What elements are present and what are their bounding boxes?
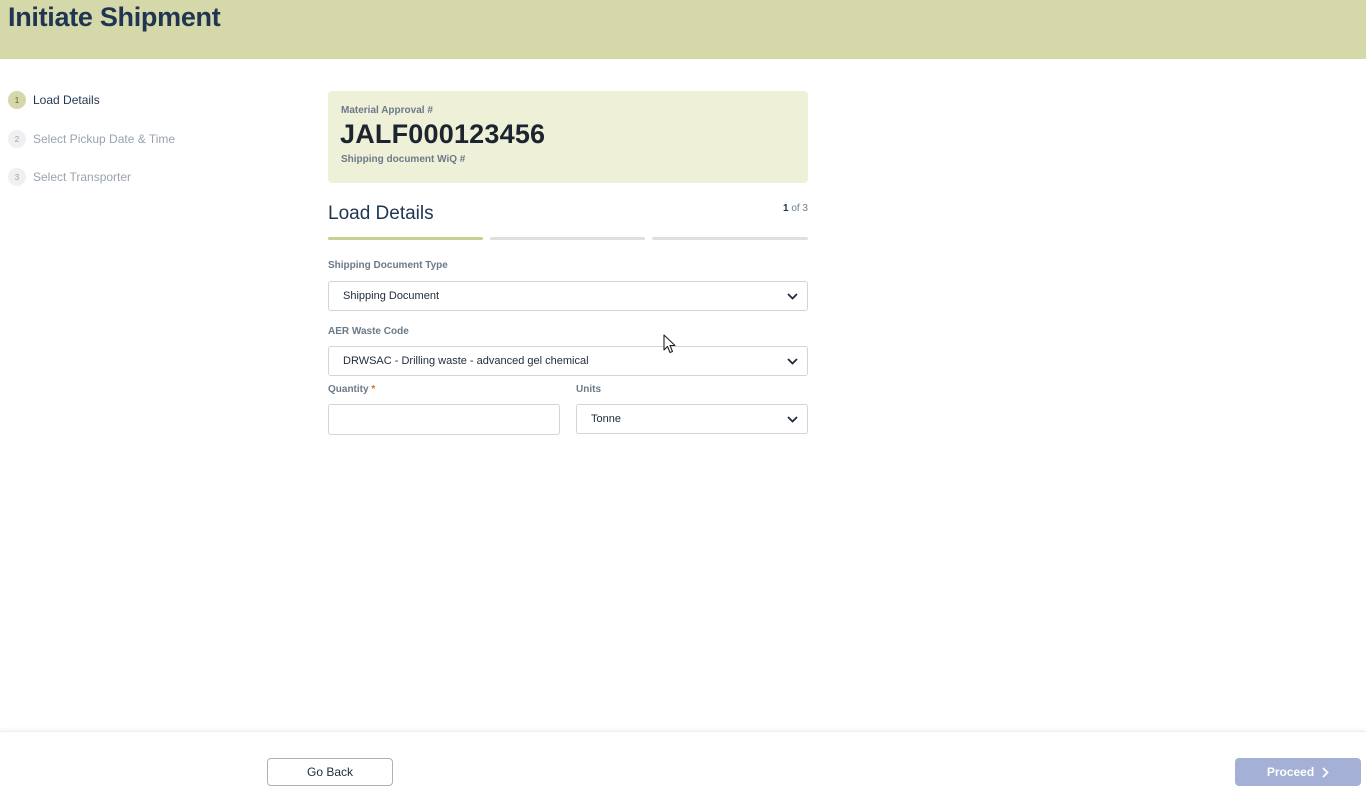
section-title: Load Details: [328, 203, 434, 224]
waste-code-value: DRWSAC - Drilling waste - advanced gel c…: [343, 355, 589, 367]
doc-type-label: Shipping Document Type: [328, 260, 448, 271]
step-counter-total: of 3: [791, 203, 808, 214]
material-approval-code: JALF000123456: [340, 119, 546, 149]
step-number: 2: [8, 130, 26, 148]
units-label: Units: [576, 384, 601, 395]
mouse-pointer-icon: [663, 334, 677, 359]
step-load-details[interactable]: 1 Load Details: [8, 91, 100, 109]
quantity-label: Quantity *: [328, 384, 375, 395]
step-counter: 1 of 3: [700, 203, 808, 214]
required-mark: *: [371, 384, 376, 395]
progress-segment-2: [490, 237, 645, 240]
step-counter-current: 1: [782, 203, 789, 214]
step-pickup-date-time[interactable]: 2 Select Pickup Date & Time: [8, 130, 175, 148]
chevron-right-icon: [1322, 766, 1329, 778]
proceed-button[interactable]: Proceed: [1235, 758, 1361, 786]
waste-code-select[interactable]: DRWSAC - Drilling waste - advanced gel c…: [328, 346, 808, 376]
shipping-document-caption: Shipping document WiQ #: [341, 154, 466, 165]
step-number: 3: [8, 168, 26, 186]
progress-segment-3: [652, 237, 808, 240]
step-label: Select Transporter: [33, 170, 132, 184]
proceed-label: Proceed: [1266, 765, 1315, 779]
step-label: Load Details: [33, 93, 100, 107]
step-transporter[interactable]: 3 Select Transporter: [8, 168, 131, 186]
page-header: Initiate Shipment: [0, 0, 1366, 59]
chevron-down-icon: [777, 405, 807, 433]
footer-bar: Go Back Proceed: [0, 731, 1366, 789]
chevron-down-icon: [777, 282, 807, 310]
doc-type-value: Shipping Document: [343, 290, 440, 302]
page-title: Initiate Shipment: [8, 2, 221, 32]
material-approval-card: Material Approval # JALF000123456 Shippi…: [328, 91, 808, 183]
units-select[interactable]: Tonne: [576, 404, 808, 434]
progress-segment-1: [328, 237, 483, 240]
step-label: Select Pickup Date & Time: [33, 132, 176, 146]
units-value: Tonne: [591, 413, 621, 425]
doc-type-select[interactable]: Shipping Document: [328, 281, 808, 311]
go-back-button[interactable]: Go Back: [267, 758, 393, 786]
step-number: 1: [8, 91, 26, 109]
waste-code-label: AER Waste Code: [328, 326, 409, 337]
quantity-input[interactable]: [328, 404, 560, 435]
chevron-down-icon: [777, 347, 807, 375]
quantity-label-text: Quantity: [328, 384, 369, 395]
material-approval-caption: Material Approval #: [341, 105, 433, 116]
